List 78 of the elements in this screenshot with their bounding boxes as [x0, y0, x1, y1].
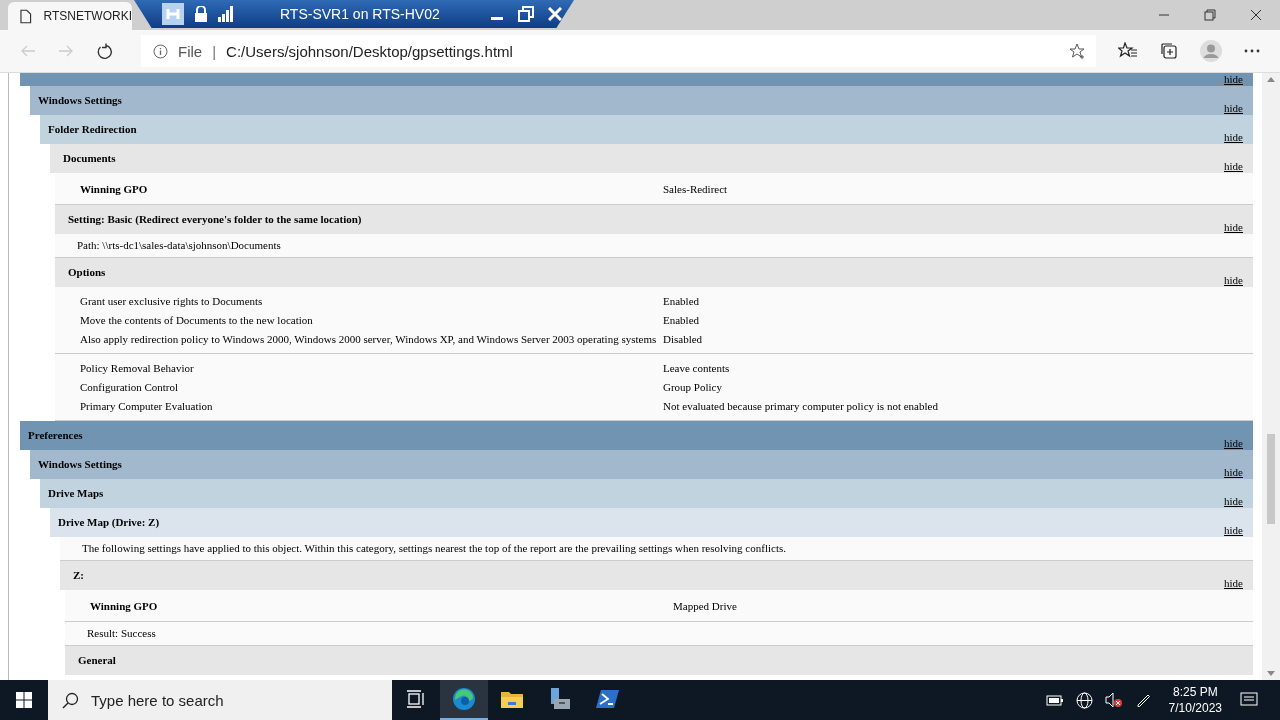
taskbar-clock[interactable]: 8:25 PM 7/10/2023 [1168, 685, 1222, 715]
server-manager-icon [548, 687, 572, 711]
hide-link[interactable]: hide [1224, 221, 1243, 234]
section-title: Drive Map (Drive: Z) [58, 515, 160, 528]
section-title: Z: [73, 568, 84, 581]
setting-value: Group Policy [663, 381, 723, 393]
section-title: Setting: Basic (Redirect everyone's folder to the same location) [68, 212, 362, 225]
info-text: Path: \\rts-dc1\sales-data\sjohnson\Documents [77, 239, 281, 251]
setting-name: Grant user exclusive rights to Documents [80, 295, 264, 307]
task-view-icon [406, 690, 426, 708]
pen-icon[interactable] [1134, 692, 1151, 708]
favorites-icon[interactable] [1118, 42, 1138, 60]
setting-name: Policy Removal Behavior [80, 362, 195, 374]
setting-value: Disabled [663, 333, 704, 345]
setting-value: Enabled [663, 295, 701, 307]
hide-link[interactable]: hide [1224, 524, 1243, 537]
setting-value: Not evaluated because primary computer policy is not enabled [663, 400, 939, 412]
hide-link[interactable]: hide [1224, 495, 1243, 508]
browser-icon [452, 687, 476, 711]
restore-icon[interactable] [517, 6, 534, 22]
profile-avatar-icon[interactable] [1200, 40, 1222, 62]
section-title: Windows Settings [38, 457, 122, 470]
url-text: C:/Users/sjohnson/Desktop/gpsettings.html [226, 42, 513, 60]
section-title: Folder Redirection [48, 122, 137, 135]
battery-icon[interactable] [1045, 694, 1064, 706]
setting-value: Mapped Drive [673, 599, 738, 612]
close-icon[interactable] [1250, 9, 1262, 21]
info-text: The following settings have applied to this object. Within this category, settings nearest the top of the report are the prevailing settings when resolving conflicts. [82, 542, 786, 554]
hide-link[interactable]: hide [1224, 577, 1243, 590]
section-title: General [78, 653, 116, 666]
hide-link[interactable]: hide [1224, 73, 1243, 86]
section-title: Options [68, 265, 106, 278]
address-bar[interactable]: File | C:/Users/sjohnson/Desktop/gpsettings.html [141, 35, 1096, 67]
scroll-up-icon[interactable] [1267, 77, 1275, 82]
muted-speaker-icon[interactable] [1104, 692, 1123, 708]
notification-icon[interactable] [1240, 692, 1258, 708]
setting-name: Primary Computer Evaluation [80, 400, 214, 412]
scrollbar-thumb[interactable] [1267, 434, 1275, 524]
setting-name: Configuration Control [80, 381, 180, 393]
lock-icon [194, 6, 208, 22]
section-title: Preferences [28, 428, 83, 441]
collections-icon[interactable] [1160, 42, 1178, 60]
separator-text: | [212, 42, 217, 60]
hide-link[interactable]: hide [1224, 466, 1243, 479]
setting-value: Sales-Redirect [663, 182, 729, 195]
setting-name: Also apply redirection policy to Windows 2000, Windows 2000 server, Windows XP, and Windows Server 2003 operating systems [80, 333, 658, 345]
setting-value: Enabled [663, 314, 701, 326]
signal-icon [218, 6, 234, 22]
more-icon[interactable] [1244, 49, 1260, 53]
hide-link[interactable]: hide [1224, 437, 1243, 450]
remote-session-title: RTS-SVR1 on RTS-HV02 [280, 6, 440, 22]
restore-icon[interactable] [1204, 9, 1216, 21]
section-title: Drive Maps [48, 486, 104, 499]
hide-link[interactable]: hide [1224, 160, 1243, 173]
info-text: Result: Success [87, 627, 156, 639]
setting-name: Move the contents of Documents to the new location [80, 314, 314, 326]
info-icon[interactable] [153, 43, 168, 59]
scroll-down-icon[interactable] [1267, 671, 1275, 676]
setting-value: Leave contents [663, 362, 731, 374]
scheme-label: File [178, 42, 203, 60]
taskbar-search-field[interactable]: Type here to search [48, 680, 392, 720]
hide-link[interactable]: hide [1224, 274, 1243, 287]
hide-link[interactable]: hide [1224, 131, 1243, 144]
add-favorite-icon[interactable] [1069, 42, 1086, 60]
folder-icon [500, 689, 524, 709]
powershell-icon [596, 689, 620, 709]
section-title: Windows Settings [38, 93, 122, 106]
setting-name: Winning GPO [80, 182, 149, 195]
globe-icon[interactable] [1075, 691, 1093, 709]
setting-name: Winning GPO [90, 599, 159, 612]
refresh-icon[interactable] [96, 42, 113, 60]
browser-tab[interactable]: RTSNETWORKI [8, 2, 132, 30]
start-icon[interactable] [16, 692, 32, 708]
page-icon [20, 8, 32, 24]
hide-link[interactable]: hide [1224, 102, 1243, 115]
section-title: Documents [63, 151, 116, 164]
search-icon [62, 691, 79, 709]
taskbar-app[interactable] [440, 680, 488, 720]
